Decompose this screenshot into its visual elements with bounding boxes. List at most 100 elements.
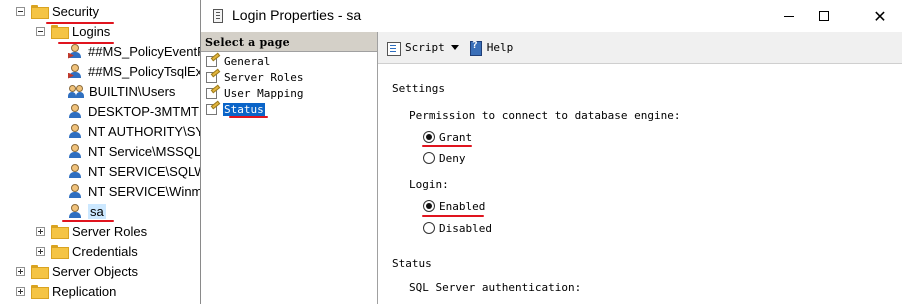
tree-node-login[interactable]: NT Service\MSSQLSERVER <box>68 141 205 161</box>
folder-icon <box>31 265 49 279</box>
maximize-button[interactable] <box>801 0 847 32</box>
close-icon: ✕ <box>873 6 887 26</box>
login-user-icon <box>68 43 83 59</box>
sql-auth-label: SQL Server authentication: <box>409 281 582 294</box>
properties-icon <box>213 9 223 23</box>
page-wrench-icon <box>205 100 221 116</box>
dialog-titlebar[interactable]: Login Properties - sa ✕ <box>201 0 902 32</box>
tree-node-login[interactable]: NT SERVICE\Winmgmt <box>68 181 205 201</box>
login-user-icon <box>68 183 83 199</box>
red-underline-grant <box>422 145 472 147</box>
disabled-label: Disabled <box>439 221 492 235</box>
collapse-icon[interactable] <box>16 6 25 16</box>
settings-heading: Settings <box>392 82 445 95</box>
script-button[interactable]: Script <box>386 41 463 56</box>
tree-label-replication: Replication <box>52 283 117 299</box>
tree-node-login[interactable]: BUILTIN\Users <box>68 81 175 101</box>
dialog-toolbar: Script Help <box>378 32 902 64</box>
tree-label-login: NT Service\MSSQLSERVER <box>88 143 205 159</box>
page-wrench-icon <box>205 68 221 84</box>
tree-label-login: ##MS_PolicyEventProcessingLogin## <box>88 43 205 59</box>
page-label-server-roles: Server Roles <box>224 70 304 84</box>
tree-label-login: NT SERVICE\Winmgmt <box>88 183 205 199</box>
object-explorer-tree: Security Logins ##MS_PolicyEventProcessi… <box>0 0 205 304</box>
tree-label-logins: Logins <box>72 23 111 39</box>
deny-radio[interactable]: Deny <box>423 151 466 165</box>
page-label-status: Status <box>223 102 265 116</box>
permission-label: Permission to connect to database engine… <box>409 109 681 122</box>
login-user-icon <box>68 123 83 139</box>
login-user-icon <box>68 63 83 79</box>
tree-node-login[interactable]: DESKTOP-3MTMTD <box>68 101 205 121</box>
status-heading: Status <box>392 257 432 270</box>
script-icon <box>386 41 402 56</box>
tree-node-login[interactable]: ##MS_PolicyTsqlExecutionLogin## <box>68 61 205 81</box>
tree-label-login-sa: sa <box>88 203 106 219</box>
tree-node-login[interactable]: ##MS_PolicyEventProcessingLogin## <box>68 41 205 61</box>
tree-label-credentials: Credentials <box>72 243 138 259</box>
tree-label-login: ##MS_PolicyTsqlExecutionLogin## <box>88 63 205 79</box>
collapse-icon[interactable] <box>36 26 45 36</box>
login-user-icon <box>68 203 83 219</box>
expand-icon[interactable] <box>16 266 25 276</box>
status-page-pane: Script Help Settings Permission to conne… <box>378 32 902 304</box>
close-button[interactable]: ✕ <box>857 0 902 32</box>
deny-label: Deny <box>439 151 466 165</box>
help-button[interactable]: Help <box>469 40 514 56</box>
folder-icon <box>51 25 69 39</box>
folder-icon <box>51 245 69 259</box>
login-group-icon <box>68 84 85 99</box>
login-user-icon <box>68 143 83 159</box>
login-user-icon <box>68 103 83 119</box>
minimize-icon <box>784 15 794 17</box>
tree-node-replication[interactable]: Replication <box>16 281 116 301</box>
tree-node-credentials[interactable]: Credentials <box>36 241 138 261</box>
expand-icon[interactable] <box>16 286 25 296</box>
grant-label: Grant <box>439 130 473 144</box>
tree-node-server-roles[interactable]: Server Roles <box>36 221 147 241</box>
tree-label-server-objects: Server Objects <box>52 263 138 279</box>
tree-node-security[interactable]: Security <box>16 1 99 21</box>
page-item-general[interactable]: General <box>205 52 271 69</box>
login-user-icon <box>68 163 83 179</box>
tree-label-login: DESKTOP-3MTMTD <box>88 103 205 119</box>
red-underline-status <box>229 116 268 118</box>
page-item-server-roles[interactable]: Server Roles <box>205 68 304 85</box>
tree-node-server-objects[interactable]: Server Objects <box>16 261 138 281</box>
grant-radio[interactable]: Grant <box>423 130 472 144</box>
radio-selected-icon <box>423 131 435 143</box>
radio-unselected-icon <box>423 222 435 234</box>
select-page-header: Select a page <box>201 32 377 52</box>
tree-node-login[interactable]: NT SERVICE\SQLWriter <box>68 161 205 181</box>
folder-icon <box>31 5 49 19</box>
red-underline-enabled <box>422 215 484 217</box>
tree-label-server-roles: Server Roles <box>72 223 148 239</box>
chevron-down-icon[interactable] <box>450 45 459 50</box>
page-label-user-mapping: User Mapping <box>224 86 304 100</box>
dialog-title: Login Properties - sa <box>232 7 362 23</box>
disabled-radio[interactable]: Disabled <box>423 221 492 235</box>
status-content: Settings Permission to connect to databa… <box>378 64 902 304</box>
tree-node-login[interactable]: NT AUTHORITY\SYSTEM <box>68 121 205 141</box>
tree-node-login-sa[interactable]: sa <box>68 201 106 221</box>
script-label: Script <box>405 41 445 54</box>
page-item-user-mapping[interactable]: User Mapping <box>205 84 304 101</box>
radio-selected-icon <box>423 200 435 212</box>
login-properties-dialog: Login Properties - sa ✕ Select a page Ge… <box>200 0 902 304</box>
select-page-pane: Select a page General Server Roles User … <box>201 32 378 304</box>
help-icon <box>469 40 484 56</box>
help-label: Help <box>486 41 514 54</box>
tree-node-logins[interactable]: Logins <box>36 21 110 41</box>
folder-icon <box>31 285 49 299</box>
expand-icon[interactable] <box>36 246 45 256</box>
radio-unselected-icon <box>423 152 435 164</box>
page-item-status[interactable]: Status <box>205 100 265 117</box>
page-wrench-icon <box>205 84 221 100</box>
maximize-icon <box>819 11 829 21</box>
tree-label-login: NT AUTHORITY\SYSTEM <box>88 123 205 139</box>
enabled-label: Enabled <box>439 199 486 213</box>
expand-icon[interactable] <box>36 226 45 236</box>
page-wrench-icon <box>205 52 221 68</box>
enabled-radio[interactable]: Enabled <box>423 199 485 213</box>
folder-icon <box>51 225 69 239</box>
